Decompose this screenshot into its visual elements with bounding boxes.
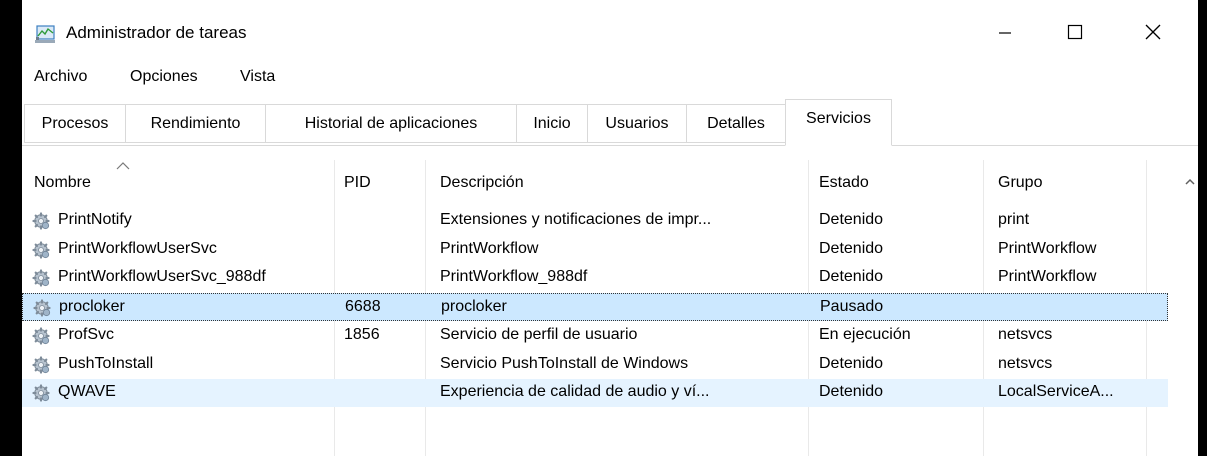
- table-row[interactable]: ProfSvc 1856 Servicio de perfil de usuario…: [22, 322, 1168, 350]
- cell-group: print: [998, 211, 1030, 228]
- table-row[interactable]: QWAVE Experiencia de calidad de audio y v…: [22, 379, 1168, 408]
- cell-description: PrintWorkflow_988df: [440, 268, 588, 286]
- vertical-scrollbar[interactable]: [1182, 160, 1198, 456]
- cell-description: Servicio PushToInstall de Windows: [440, 354, 689, 372]
- task-manager-icon: [35, 25, 55, 43]
- menu-vista[interactable]: Vista: [240, 68, 275, 86]
- cell-name: PrintWorkflowUserSvc: [58, 239, 217, 257]
- tab-detalles[interactable]: Detalles: [686, 104, 786, 143]
- cell-state: Detenido: [819, 354, 884, 372]
- tab-inicio[interactable]: Inicio: [516, 104, 588, 143]
- table-row[interactable]: PrintWorkflowUserSvc_988df PrintWorkflow_…: [22, 264, 1168, 292]
- tab-rendimiento[interactable]: Rendimiento: [125, 104, 266, 143]
- cell-state: Detenido: [819, 268, 884, 286]
- table-row[interactable]: PushToInstall Servicio PushToInstall de W…: [22, 351, 1168, 379]
- background-left: [0, 0, 22, 456]
- cell-description: PrintWorkflow: [440, 239, 539, 257]
- service-gear-icon: [32, 355, 50, 374]
- task-manager-window: Administrador de tareas Archivo Opciones…: [22, 0, 1198, 456]
- tab-procesos[interactable]: Procesos: [24, 104, 126, 143]
- cell-group: PrintWorkflow: [998, 239, 1097, 257]
- sort-ascending-icon: [116, 162, 130, 170]
- service-gear-icon: [32, 269, 50, 287]
- window-title: Administrador de tareas: [66, 23, 247, 42]
- tab-label: Procesos: [41, 114, 109, 132]
- cell-group: netsvcs: [998, 354, 1053, 372]
- title-bar: Administrador de tareas: [22, 0, 1198, 64]
- cell-group: netsvcs: [998, 325, 1053, 343]
- column-header-pid[interactable]: PID: [344, 174, 371, 192]
- cell-description: Servicio de perfil de usuario: [440, 325, 638, 343]
- table-row[interactable]: PrintNotify Extensiones y notificaciones …: [22, 207, 1168, 235]
- cell-name: procloker: [59, 298, 125, 316]
- cell-state: Pausado: [820, 298, 884, 316]
- table-row[interactable]: PrintWorkflowUserSvc PrintWorkflow Detenid…: [22, 236, 1168, 264]
- service-gear-icon: [32, 327, 50, 345]
- service-gear-icon: [33, 299, 51, 317]
- cell-name: ProfSvc: [58, 325, 115, 343]
- background-right: [1198, 0, 1207, 456]
- cell-description: procloker: [441, 298, 507, 316]
- table-row[interactable]: procloker 6688 procloker Pausado: [22, 293, 1168, 322]
- cell-state: Detenido: [819, 239, 884, 257]
- menu-bar: [22, 64, 1198, 94]
- cell-pid: 6688: [345, 298, 381, 316]
- tab-label: Servicios: [806, 110, 871, 127]
- tab-label: Inicio: [533, 114, 571, 132]
- column-header-estado[interactable]: Estado: [819, 174, 869, 192]
- tab-label: Detalles: [707, 114, 765, 132]
- scroll-up-icon[interactable]: [1182, 174, 1198, 190]
- cell-name: QWAVE: [58, 383, 116, 401]
- cell-name: PrintNotify: [58, 211, 132, 228]
- cell-group: PrintWorkflow: [998, 268, 1097, 286]
- cell-pid: 1856: [344, 325, 380, 343]
- column-header-grupo[interactable]: Grupo: [998, 174, 1042, 192]
- cell-state: En ejecución: [819, 325, 911, 343]
- service-gear-icon: [32, 241, 50, 259]
- tab-label: Usuarios: [605, 114, 669, 132]
- tab-label: Rendimiento: [150, 114, 241, 132]
- service-gear-icon: [32, 212, 50, 230]
- cell-description: Experiencia de calidad de audio y ví...: [440, 383, 710, 401]
- cell-group: LocalServiceA...: [998, 383, 1114, 401]
- maximize-icon: [1067, 24, 1083, 40]
- tab-servicios[interactable]: Servicios: [785, 99, 892, 146]
- maximize-button[interactable]: [1052, 14, 1098, 50]
- column-header-descripcion[interactable]: Descripción: [440, 174, 524, 192]
- tab-historial[interactable]: Historial de aplicaciones: [265, 104, 517, 143]
- tab-usuarios[interactable]: Usuarios: [587, 104, 687, 143]
- close-icon: [1145, 24, 1161, 40]
- cell-name: PrintWorkflowUserSvc_988df: [58, 268, 266, 286]
- service-gear-icon: [32, 384, 50, 402]
- cell-name: PushToInstall: [58, 354, 154, 372]
- cell-state: Detenido: [819, 383, 884, 401]
- cell-description: Extensiones y notificaciones de impr...: [440, 211, 712, 228]
- column-header-nombre[interactable]: Nombre: [34, 174, 91, 192]
- minimize-icon: [999, 32, 1011, 34]
- menu-archivo[interactable]: Archivo: [34, 68, 87, 86]
- minimize-button[interactable]: [982, 14, 1028, 50]
- tab-label: Historial de aplicaciones: [304, 114, 478, 132]
- close-button[interactable]: [1130, 14, 1176, 50]
- cell-state: Detenido: [819, 211, 884, 228]
- menu-opciones[interactable]: Opciones: [130, 68, 198, 86]
